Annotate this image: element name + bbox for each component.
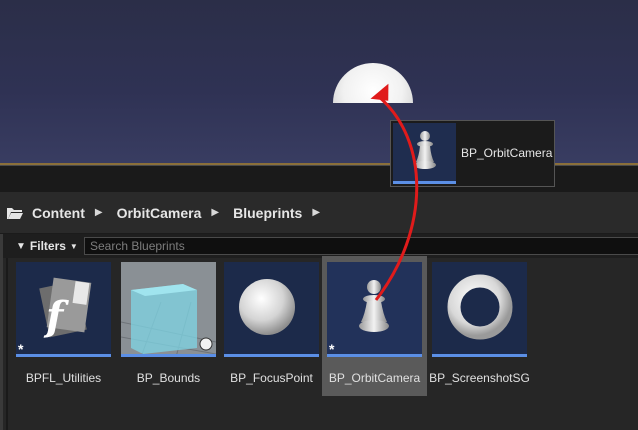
asset-tile-bp-bounds[interactable] — [121, 262, 216, 357]
asset-label: BP_Bounds — [136, 371, 201, 385]
asset-tile-bp-focuspoint[interactable] — [224, 262, 319, 357]
asset-type-bar — [16, 354, 111, 357]
drag-drop-tooltip: BP_OrbitCamera — [390, 120, 555, 187]
pawn-icon — [359, 280, 389, 332]
drag-thumbnail — [393, 123, 456, 184]
bounds-volume-icon — [121, 262, 216, 357]
filter-bar: ▼ Filters ▼ Search Blueprints — [0, 234, 638, 258]
pawn-icon — [414, 131, 436, 169]
breadcrumb: Content ▶ OrbitCamera ▶ Blueprints ▶ — [0, 192, 638, 234]
chevron-right-icon[interactable]: ▶ — [95, 207, 103, 218]
sphere-icon — [239, 279, 295, 335]
torus-icon — [447, 274, 513, 340]
asset-type-bar — [224, 354, 319, 357]
breadcrumb-item-content[interactable]: Content — [32, 205, 85, 221]
chevron-right-icon[interactable]: ▶ — [211, 207, 219, 218]
asset-type-bar — [432, 354, 527, 357]
breadcrumb-item-orbitcamera[interactable]: OrbitCamera — [117, 205, 202, 221]
asset-label: BPFL_Utilities — [25, 371, 102, 385]
chevron-down-icon: ▼ — [69, 241, 78, 251]
function-library-icon: f — [39, 277, 92, 340]
filters-label: Filters — [29, 239, 66, 253]
asset-tile-bpfl-utilities[interactable]: f * — [16, 262, 111, 357]
asset-type-bar — [393, 181, 456, 184]
filters-button[interactable]: ▼ Filters ▼ — [16, 237, 80, 255]
breadcrumb-item-blueprints[interactable]: Blueprints — [233, 205, 302, 221]
search-input[interactable]: Search Blueprints — [84, 237, 638, 255]
panel-edge — [0, 234, 3, 430]
asset-type-bar — [327, 354, 422, 357]
panel-edge-inner — [6, 258, 8, 430]
asset-tile-bp-orbitcamera[interactable]: * — [327, 262, 422, 357]
filter-icon: ▼ — [16, 240, 26, 252]
folder-open-icon[interactable] — [6, 205, 24, 221]
asset-label: BP_OrbitCamera — [328, 371, 421, 385]
drag-label: BP_OrbitCamera — [461, 146, 553, 160]
asset-type-bar — [121, 354, 216, 357]
chevron-right-icon[interactable]: ▶ — [312, 207, 320, 218]
asset-tile-bp-screenshotsg[interactable] — [432, 262, 527, 357]
asset-label: BP_ScreenshotSG — [429, 371, 530, 385]
asset-label: BP_FocusPoint — [230, 371, 313, 385]
